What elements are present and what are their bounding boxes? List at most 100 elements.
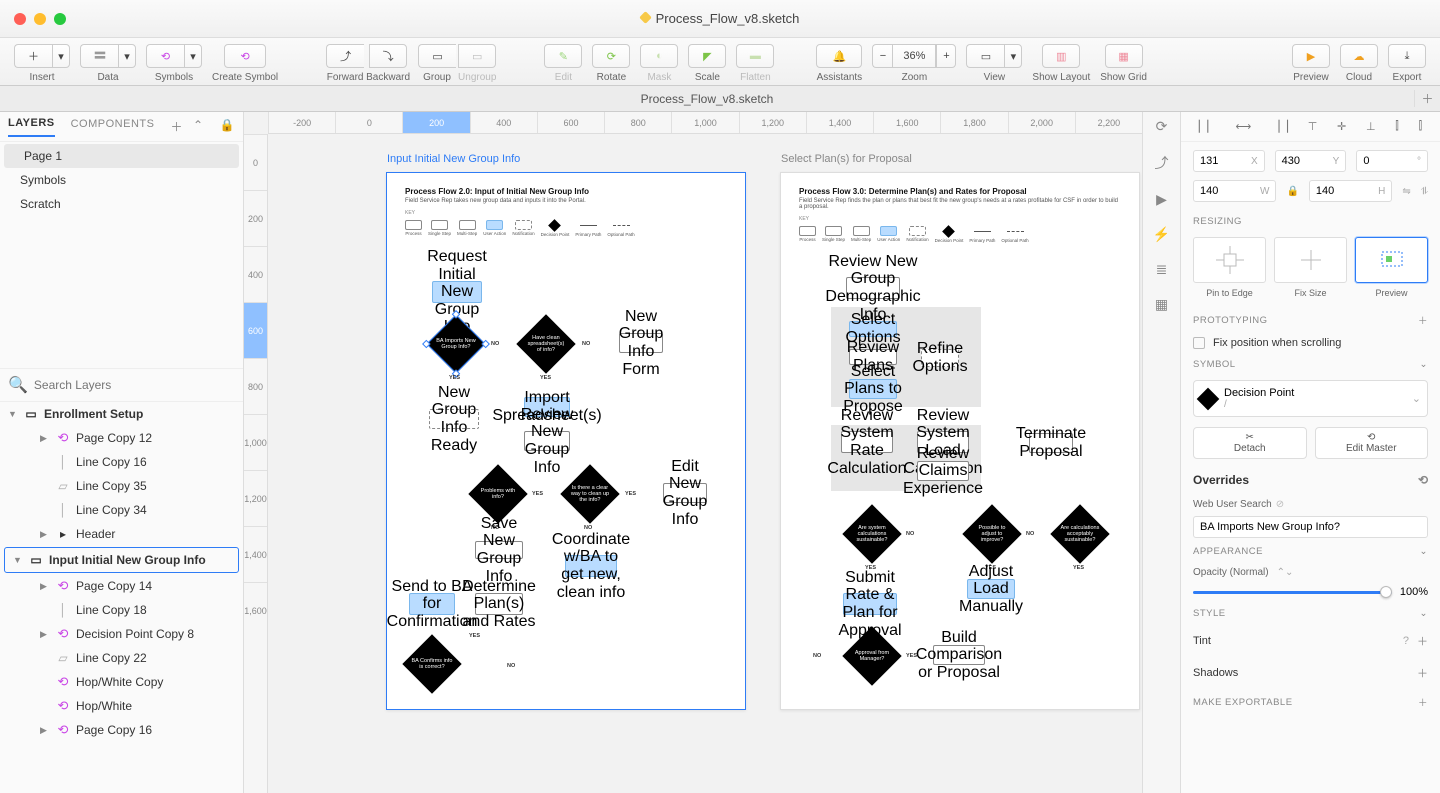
add-shadow-icon[interactable]: ＋ [1417,665,1428,681]
artboard-title[interactable]: Select Plan(s) for Proposal [781,153,912,165]
caret-icon[interactable]: ▶ [40,725,50,736]
pin-to-edge[interactable]: Pin to Edge [1193,237,1266,283]
play-icon[interactable]: ▶ [1156,191,1167,208]
node-build[interactable]: Build Comparison or Proposal [933,645,985,665]
view-button[interactable]: ▭ [966,44,1004,68]
show-layout-button[interactable]: ▥ [1042,44,1080,68]
forward-button[interactable]: ⤴ [326,44,364,68]
search-layers[interactable]: 🔍 [0,368,243,402]
node-adjload[interactable]: Adjust Load Manually [967,579,1015,599]
caret-icon[interactable]: ▶ [40,629,50,640]
canvas[interactable]: -20002004006008001,0001,2001,4001,6001,8… [244,112,1142,793]
layer-row[interactable]: ▶▸Header [0,522,243,546]
add-export-icon[interactable]: ＋ [1418,695,1428,709]
tint-row[interactable]: Tint?＋ [1181,625,1440,657]
align-top-icon[interactable]: ⊤ [1308,120,1318,133]
node-review[interactable]: Review New Group Info [524,431,570,451]
symbols-button[interactable]: ⟲ [146,44,184,68]
layer-row[interactable]: ▶⟲Page Copy 16 [0,718,243,742]
caret-icon[interactable]: ▶ [40,529,50,540]
flip-h-icon[interactable]: ⇋ [1402,186,1410,197]
node-adjust[interactable]: Possible to adjust to improve? [962,504,1021,563]
layer-row[interactable]: ▶⟲Decision Point Copy 8 [0,622,243,646]
caret-icon[interactable]: ▼ [13,555,23,565]
add-prototype-icon[interactable]: ＋ [1418,313,1428,327]
distribute-h-icon[interactable]: ⫿ [1395,120,1399,133]
node-selprop[interactable]: Select Plans to Propose [849,379,897,399]
document-tab[interactable]: Process_Flow_v8.sketch [0,92,1414,106]
node-confirm[interactable]: BA Confirms info is correct? [402,634,461,693]
layer-row[interactable]: ▶⟲Page Copy 12 [0,426,243,450]
node-demo[interactable]: Review New Group Demographic Info [846,277,900,299]
backward-button[interactable]: ⤵ [369,44,407,68]
layer-row[interactable]: │Line Copy 18 [0,598,243,622]
node-syssus[interactable]: Are system calculations sustainable? [842,504,901,563]
caret-icon[interactable]: ▶ [40,433,50,444]
data-menu[interactable]: ▾ [118,44,136,68]
layer-row[interactable]: ▱Line Copy 35 [0,474,243,498]
scale-button[interactable]: ◤ [688,44,726,68]
fix-position-row[interactable]: Fix position when scrolling [1181,333,1440,353]
node-det-plan[interactable]: Determine Plan(s) and Rates [475,593,523,615]
ungroup-button[interactable]: ▭ [458,44,496,68]
bolt-icon[interactable]: ⚡ [1153,226,1170,243]
align-vcenter-icon[interactable]: ✛ [1337,120,1346,133]
help-icon[interactable]: ? [1403,635,1409,647]
fix-size[interactable]: Fix Size [1274,237,1347,283]
align-right-icon[interactable]: ▕▕ [1271,120,1288,133]
edit-master-button[interactable]: ⟲Edit Master [1315,427,1429,459]
width-field[interactable]: 140W [1193,180,1276,202]
symbol-selector[interactable]: Decision Point/ ⌄ [1193,380,1428,417]
upload-icon[interactable]: ⤴ [1155,153,1169,173]
assistants-button[interactable]: 🔔 [816,44,862,68]
y-field[interactable]: 430Y [1275,150,1347,172]
layer-row[interactable]: ▱Line Copy 22 [0,646,243,670]
caret-icon[interactable]: ▼ [8,409,18,419]
override-value-input[interactable]: BA Imports New Group Info? [1193,516,1428,538]
expand-icon[interactable]: ⌄ [1420,359,1428,370]
node-info-ready[interactable]: New Group Info Ready [429,409,479,429]
node-send-ba[interactable]: Send to BA for Confirmation [409,593,455,615]
resize-preview[interactable]: Preview [1355,237,1428,283]
node-selopt[interactable]: Select Options [849,321,897,337]
layer-row[interactable]: ⟲Hop/White [0,694,243,718]
mask-button[interactable]: ◐ [640,44,678,68]
canvas-content[interactable]: Input Initial New Group Info Process Flo… [268,134,1142,793]
collapse-icon[interactable]: ⌃ [193,118,204,135]
node-edit[interactable]: Edit New Group Info [663,483,707,503]
grid-icon[interactable]: ▦ [1155,296,1168,313]
opacity-slider[interactable] [1193,591,1392,594]
page-item[interactable]: Scratch [0,192,243,216]
artboard-input-initial[interactable]: Input Initial New Group Info Process Flo… [386,172,746,710]
add-page-icon[interactable]: ＋ [170,118,183,135]
distribute-v-icon[interactable]: ⫿ [1419,120,1423,133]
data-button[interactable] [80,44,118,68]
add-tint-icon[interactable]: ＋ [1417,633,1428,649]
view-menu[interactable]: ▾ [1004,44,1022,68]
node-clean-ss[interactable]: Have clean spreadsheet(s) of info? [516,314,575,373]
node-request[interactable]: Request Initial New Group Info [432,281,482,303]
artboard-select-plans[interactable]: Select Plan(s) for Proposal Process Flow… [780,172,1140,710]
node-submit[interactable]: Submit Rate & Plan for Approval [843,593,897,615]
expand-icon[interactable]: ⌄ [1420,546,1428,557]
rotation-field[interactable]: 0° [1356,150,1428,172]
node-claims[interactable]: Review Claims Experience [917,461,969,481]
node-terminate[interactable]: Terminate Proposal [1029,433,1073,453]
layer-row[interactable]: ▼▭Enrollment Setup [0,402,243,426]
flatten-button[interactable]: ▬ [736,44,774,68]
dropdown-icon[interactable]: ⌃⌄ [1277,567,1294,578]
layer-row[interactable]: ▼▭Input Initial New Group Info [4,547,239,573]
page-item[interactable]: Page 1 [4,144,239,168]
align-bottom-icon[interactable]: ⊥ [1366,120,1376,133]
insert-button[interactable]: ＋ [14,44,52,68]
group-button[interactable]: ▭ [418,44,456,68]
checkbox[interactable] [1193,337,1205,349]
layer-row[interactable]: │Line Copy 16 [0,450,243,474]
align-left-icon[interactable]: ▏▏ [1199,120,1216,133]
lock-aspect-icon[interactable]: 🔒 [1286,186,1298,197]
node-sysrate[interactable]: Review System Rate Calculation [841,431,893,453]
layer-row[interactable]: │Line Copy 34 [0,498,243,522]
zoom-out[interactable]: − [872,44,892,68]
reset-overrides-icon[interactable]: ⟲ [1418,473,1428,487]
node-save[interactable]: Save New Group Info [475,541,523,559]
